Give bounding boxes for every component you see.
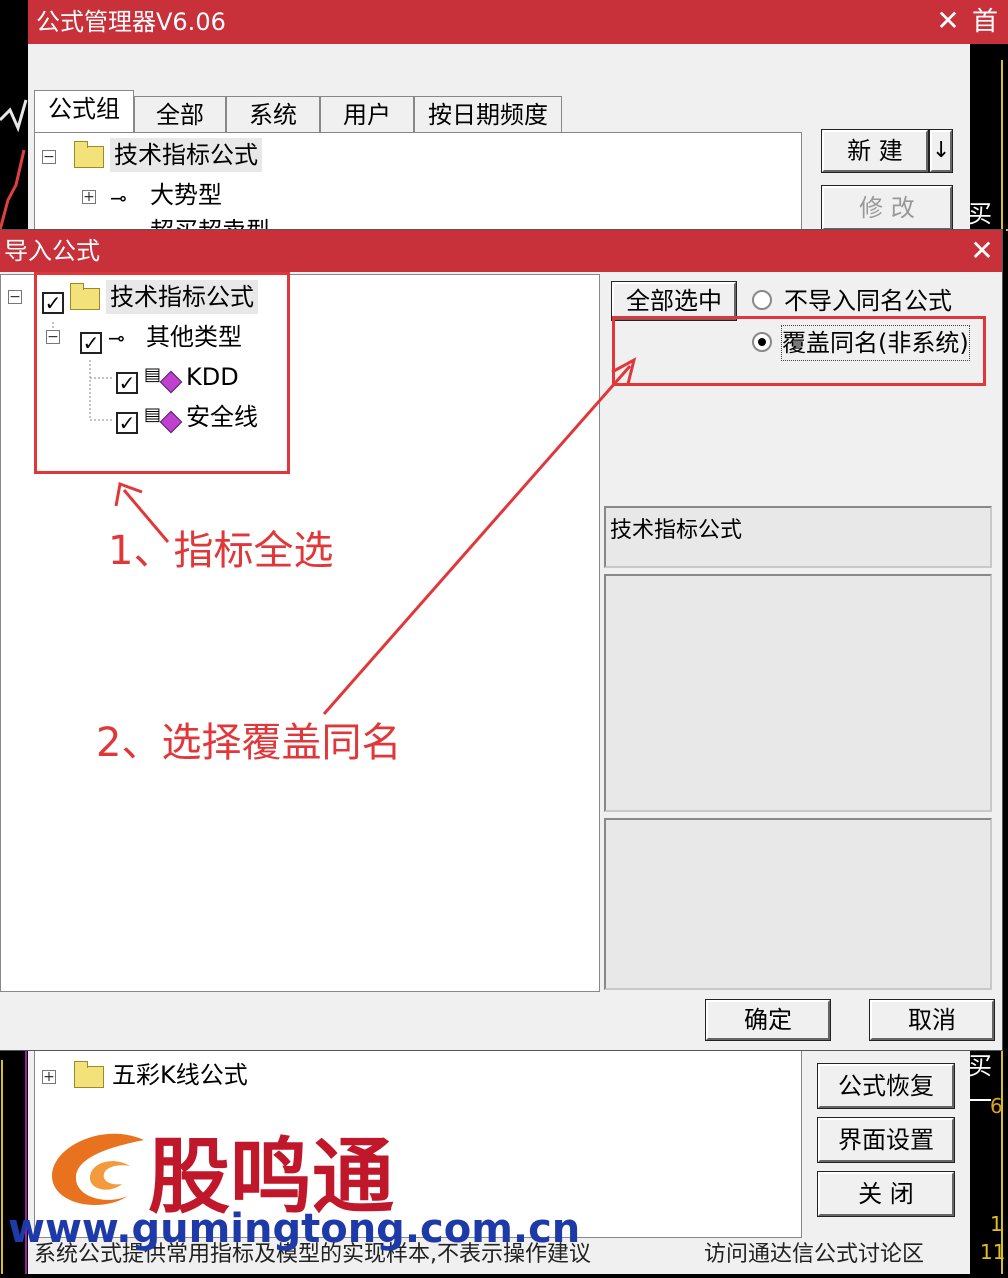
- annotation-arrows: [114, 357, 637, 715]
- annotation-step1: 1、指标全选: [108, 528, 334, 574]
- annotation-step2: 2、选择覆盖同名: [96, 720, 402, 766]
- watermark-logo-swirl: [52, 1133, 144, 1206]
- watermark-url: www.gumingtong.com.cn: [8, 1206, 581, 1252]
